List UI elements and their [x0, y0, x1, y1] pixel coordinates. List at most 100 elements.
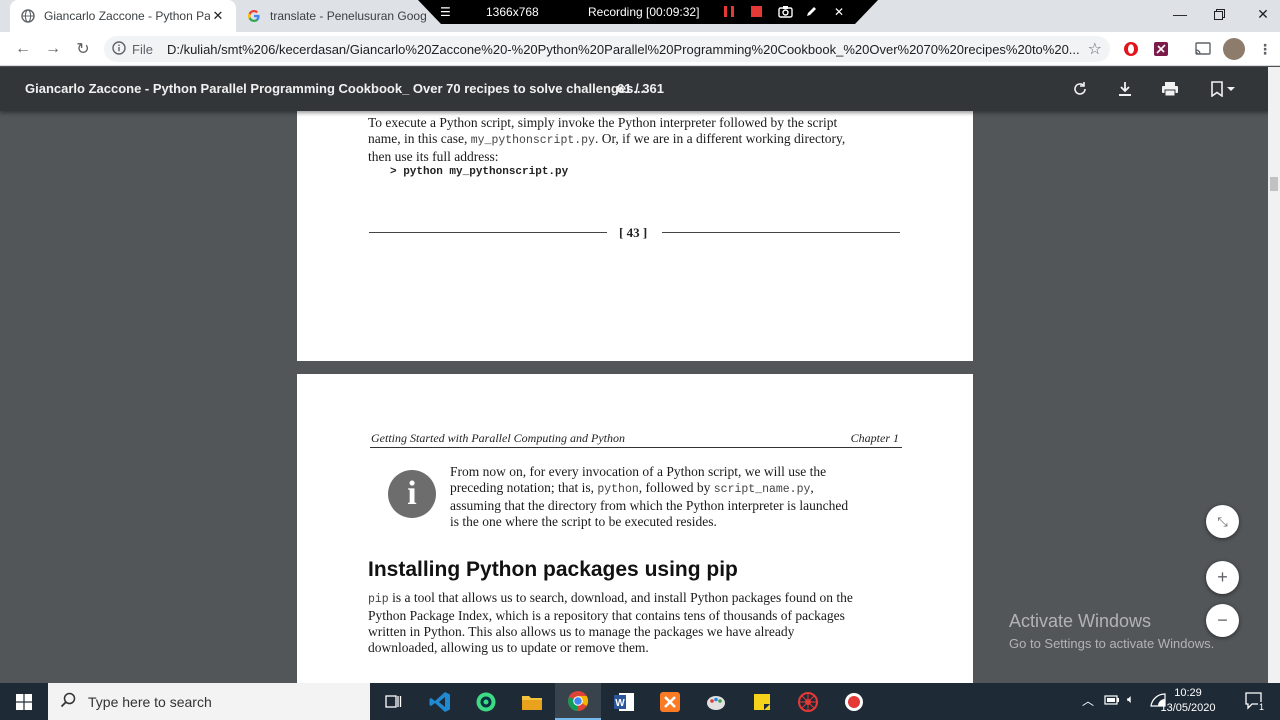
text-line: then use its full address: [368, 149, 499, 164]
tab-translate[interactable]: translate - Penelusuran Google [236, 0, 436, 32]
spider-app-icon[interactable] [785, 683, 831, 720]
windows-taskbar: Type here to search W ︿ 🔈︎ 10:29 13/05/2… [0, 683, 1280, 720]
page-indicator[interactable]: 61 / 361 [617, 81, 664, 96]
opera-extension-icon[interactable] [1122, 40, 1140, 58]
more-menu-icon[interactable]: ⋮ [1256, 40, 1274, 58]
chrome-taskbar-icon[interactable] [555, 683, 601, 720]
screen-recorder-bar: ☰ 1366x768 Recording [00:09:32] ✕ [418, 0, 878, 24]
notification-count: 1 [1258, 702, 1266, 712]
volume-icon[interactable]: 🔈︎ [1127, 692, 1134, 707]
clock-date: 13/05/2020 [1160, 702, 1216, 714]
menu-icon[interactable]: ☰ [440, 5, 451, 19]
url-text[interactable]: D:/kuliah/smt%206/kecerdasan/Giancarlo%2… [167, 42, 1088, 57]
code-block: > python my_pythonscript.py [390, 166, 569, 178]
section-heading: Installing Python packages using pip [368, 558, 738, 581]
scrollbar[interactable] [1268, 67, 1280, 683]
taskbar-search-box[interactable]: Type here to search [48, 683, 370, 720]
android-studio-icon[interactable] [463, 683, 509, 720]
recording-status: Recording [00:09:32] [588, 5, 700, 19]
text-line: To execute a Python script, simply invok… [368, 115, 838, 130]
watermark-subtitle: Go to Settings to activate Windows. [1009, 636, 1215, 651]
scrollbar-thumb[interactable] [1270, 177, 1278, 191]
search-icon [60, 692, 76, 711]
camera-icon[interactable] [778, 5, 793, 21]
tab-strip: Giancarlo Zaccone - Python Para ✕ transl… [0, 0, 1280, 32]
tab-title: Giancarlo Zaccone - Python Para [44, 9, 210, 23]
activate-windows-watermark: Activate Windows Go to Settings to activ… [1009, 611, 1214, 651]
bookmark-menu-icon[interactable] [1207, 79, 1239, 99]
text-line: assuming that the directory from which t… [450, 498, 849, 513]
paint-icon[interactable] [693, 683, 739, 720]
pencil-icon[interactable] [805, 5, 818, 21]
svg-text:W: W [615, 698, 625, 709]
file-explorer-icon[interactable] [509, 683, 555, 720]
show-hidden-icons-icon[interactable]: ︿ [1082, 692, 1094, 709]
reload-icon[interactable]: ↻ [71, 38, 95, 60]
inline-code: python [597, 483, 639, 496]
bookmark-star-icon[interactable]: ☆ [1088, 39, 1102, 59]
watermark-title: Activate Windows [1009, 611, 1152, 631]
word-icon[interactable]: W [601, 683, 647, 720]
windows-start-icon[interactable] [0, 683, 48, 720]
close-window-button[interactable]: ✕ [1243, 0, 1280, 28]
text-line: preceding notation; that is, python, fol… [450, 480, 814, 496]
stop-icon[interactable] [751, 6, 762, 17]
info-note: From now on, for every invocation of a P… [450, 464, 890, 530]
minimize-button[interactable]: — [1160, 0, 1200, 28]
screen-recorder-icon[interactable] [831, 683, 877, 720]
profile-avatar[interactable] [1223, 38, 1245, 60]
text-line: downloaded, allowing us to update or rem… [368, 640, 649, 655]
pdf-toolbar: Giancarlo Zaccone - Python Parallel Prog… [0, 67, 1280, 111]
sticky-notes-icon[interactable] [739, 683, 785, 720]
page-number: [ 43 ] [619, 225, 648, 240]
header-rule [370, 447, 902, 448]
zoom-in-button[interactable]: + [1206, 561, 1239, 594]
text-line: From now on, for every invocation of a P… [450, 464, 827, 479]
tab-title: translate - Penelusuran Google [270, 9, 426, 23]
address-bar[interactable]: File D:/kuliah/smt%206/kecerdasan/Gianca… [104, 36, 1110, 62]
pdf-viewport[interactable]: To execute a Python script, simply invok… [0, 111, 1268, 683]
globe-icon [20, 8, 36, 24]
inline-code: script_name.py [713, 483, 811, 496]
text-line: written in Python. This also allows us t… [368, 624, 795, 639]
resolution-label: 1366x768 [486, 5, 539, 19]
pdf-page-43: To execute a Python script, simply invok… [297, 111, 973, 361]
pause-icon[interactable] [724, 6, 734, 17]
footer-rule-left [369, 232, 607, 233]
extension-icon[interactable] [1152, 40, 1170, 58]
document-title: Giancarlo Zaccone - Python Parallel Prog… [25, 81, 645, 96]
maximize-button[interactable] [1199, 0, 1239, 28]
footer-rule-right [662, 232, 900, 233]
info-icon: i [388, 470, 436, 518]
battery-icon[interactable] [1104, 694, 1120, 708]
page43-paragraph: To execute a Python script, simply invok… [368, 115, 898, 165]
search-placeholder: Type here to search [88, 693, 212, 710]
fit-page-button[interactable]: ⤡ [1206, 505, 1239, 538]
vscode-icon[interactable] [417, 683, 463, 720]
tab-python-cookbook[interactable]: Giancarlo Zaccone - Python Para ✕ [10, 0, 236, 32]
cast-icon[interactable] [1194, 40, 1212, 58]
info-icon[interactable] [112, 40, 126, 58]
text-line: pip is a tool that allows us to search, … [368, 590, 853, 606]
clock-time: 10:29 [1174, 687, 1202, 699]
google-icon [246, 8, 262, 24]
xampp-icon[interactable] [647, 683, 693, 720]
running-header-title: Getting Started with Parallel Computing … [371, 431, 625, 445]
browser-toolbar: ← → ↻ File D:/kuliah/smt%206/kecerdasan/… [0, 32, 1280, 66]
system-clock[interactable]: 10:29 13/05/2020 [1160, 686, 1216, 716]
forward-icon[interactable]: → [41, 38, 65, 60]
text-line: name, in this case, my_pythonscript.py. … [368, 131, 846, 147]
print-icon[interactable] [1160, 79, 1180, 99]
file-label: File [132, 41, 153, 57]
task-view-icon[interactable] [370, 683, 416, 720]
close-tab-icon[interactable]: ✕ [210, 8, 226, 24]
pip-paragraph: pip is a tool that allows us to search, … [368, 590, 898, 656]
close-recorder-icon[interactable]: ✕ [834, 5, 844, 19]
inline-code: my_pythonscript.py [470, 134, 595, 147]
running-header-chapter: Chapter 1 [850, 431, 899, 445]
text-line: is the one where the script to be execut… [450, 514, 717, 529]
rotate-icon[interactable] [1070, 79, 1090, 99]
text-line: Python Package Index, which is a reposit… [368, 608, 845, 623]
back-icon[interactable]: ← [11, 38, 35, 60]
download-icon[interactable] [1115, 79, 1135, 99]
